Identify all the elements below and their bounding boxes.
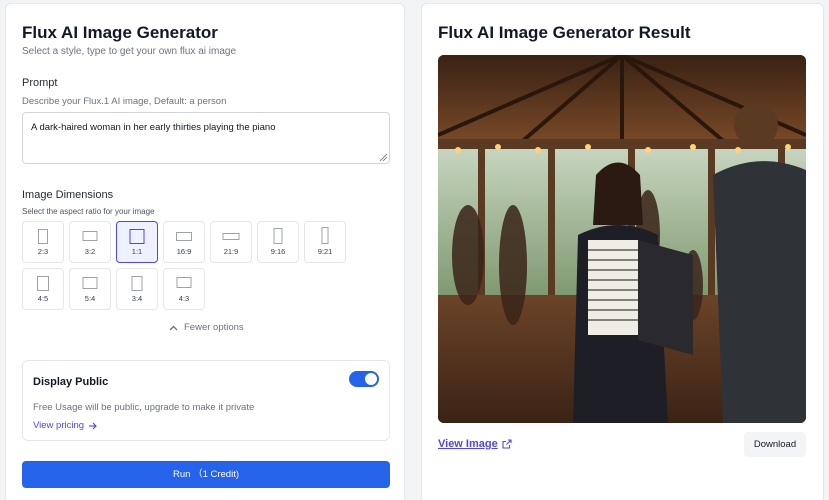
view-pricing-link[interactable]: View pricing	[33, 420, 97, 431]
download-button[interactable]: Download	[744, 432, 806, 457]
arrow-right-icon	[89, 422, 97, 429]
result-title: Flux AI Image Generator Result	[438, 23, 691, 42]
prompt-text: A dark-haired woman in her early thirtie…	[31, 122, 276, 133]
ratio-option-3-4[interactable]: 3:4	[116, 268, 158, 310]
ratio-2-3-icon	[38, 229, 48, 244]
ratio-option-9-21[interactable]: 9:21	[304, 221, 346, 263]
ratio-4-3-icon	[176, 277, 192, 288]
panel-title: Flux AI Image Generator	[22, 23, 218, 42]
ratio-label: 5:4	[84, 294, 96, 303]
prompt-hint: Describe your Flux.1 AI image, Default: …	[22, 96, 227, 107]
display-public-title: Display Public	[33, 376, 109, 388]
ratio-option-21-9[interactable]: 21:9	[210, 221, 252, 263]
ratio-16-9-icon	[176, 232, 192, 241]
ratio-option-4-3[interactable]: 4:3	[163, 268, 205, 310]
ratio-label: 9:21	[317, 247, 333, 256]
ratio-3-2-icon	[82, 231, 98, 241]
ratio-label: 2:3	[37, 247, 49, 256]
generator-panel: Flux AI Image Generator Select a style, …	[5, 3, 405, 500]
chevron-up-icon	[169, 325, 178, 330]
dimensions-hint: Select the aspect ratio for your image	[22, 207, 155, 216]
ratio-label: 21:9	[223, 247, 239, 256]
result-panel: Flux AI Image Generator Result View Imag…	[421, 3, 824, 500]
ratio-label: 9:16	[270, 247, 286, 256]
ratio-option-9-16[interactable]: 9:16	[257, 221, 299, 263]
prompt-input[interactable]: A dark-haired woman in her early thirtie…	[22, 112, 390, 164]
ratio-9-16-icon	[273, 228, 283, 244]
ratio-label: 3:4	[131, 294, 143, 303]
ratio-1-1-icon	[129, 229, 145, 244]
resize-grip-icon[interactable]	[379, 153, 387, 161]
ratio-option-1-1[interactable]: 1:1	[116, 221, 158, 263]
result-image-graphic	[438, 55, 806, 423]
ratio-option-2-3[interactable]: 2:3	[22, 221, 64, 263]
ratio-option-4-5[interactable]: 4:5	[22, 268, 64, 310]
public-usage-note: Free Usage will be public, upgrade to ma…	[33, 402, 255, 413]
panel-subtitle: Select a style, type to get your own flu…	[22, 46, 236, 57]
view-pricing-label: View pricing	[33, 420, 85, 431]
ratio-label: 16:9	[176, 247, 192, 256]
toggle-knob	[365, 373, 377, 385]
external-link-icon	[502, 439, 512, 449]
ratio-option-16-9[interactable]: 16:9	[163, 221, 205, 263]
ratio-21-9-icon	[222, 233, 240, 240]
ratio-label: 3:2	[84, 247, 96, 256]
prompt-label: Prompt	[22, 77, 58, 89]
ratio-label: 4:3	[178, 294, 190, 303]
ratio-label: 1:1	[131, 247, 143, 256]
run-button[interactable]: Run （1 Credit)	[22, 461, 390, 488]
result-image	[438, 55, 806, 423]
ratio-4-5-icon	[37, 276, 49, 291]
display-public-toggle[interactable]	[349, 371, 379, 387]
ratio-label: 4:5	[37, 294, 49, 303]
ratio-9-21-icon	[321, 227, 329, 244]
fewer-options-label: Fewer options	[184, 322, 244, 333]
ratio-3-4-icon	[131, 276, 143, 291]
ratio-option-3-2[interactable]: 3:2	[69, 221, 111, 263]
view-image-label: View Image	[438, 438, 498, 450]
fewer-options-toggle[interactable]: Fewer options	[169, 322, 244, 333]
ratio-5-4-icon	[82, 277, 98, 289]
dimensions-label: Image Dimensions	[22, 189, 114, 201]
view-image-link[interactable]: View Image	[438, 438, 512, 450]
display-public-section: Display Public Free Usage will be public…	[22, 360, 390, 441]
ratio-option-5-4[interactable]: 5:4	[69, 268, 111, 310]
